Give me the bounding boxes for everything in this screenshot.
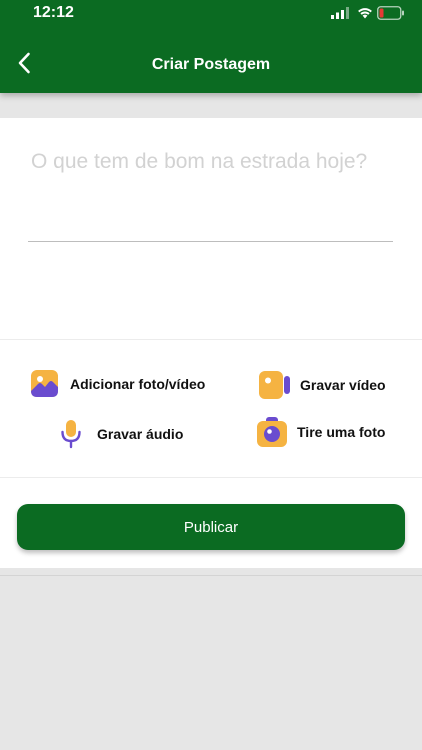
page-title: Criar Postagem <box>151 56 271 73</box>
add-photo-video-button[interactable]: Adicionar foto/vídeo <box>31 370 205 397</box>
camera-icon <box>257 417 287 447</box>
battery-icon <box>377 6 404 20</box>
publish-button[interactable]: Publicar <box>17 504 405 550</box>
section-divider <box>0 477 422 478</box>
record-audio-label: Gravar áudio <box>97 426 184 442</box>
take-photo-button[interactable]: Tire uma foto <box>257 417 385 447</box>
add-photo-video-label: Adicionar foto/vídeo <box>70 375 206 392</box>
record-video-button[interactable]: Gravar vídeo <box>259 371 386 399</box>
app-header: 12:12 Criar Postagem <box>0 0 422 93</box>
wifi-icon <box>358 8 372 19</box>
input-underline <box>28 241 393 242</box>
content-divider <box>0 575 422 576</box>
video-camera-icon <box>259 371 290 399</box>
nav-bar: Criar Postagem <box>0 35 422 93</box>
cellular-signal-icon <box>331 7 349 19</box>
status-time: 12:12 <box>33 4 74 21</box>
record-video-label: Gravar vídeo <box>300 377 386 393</box>
image-icon <box>31 370 58 397</box>
create-post-card: Adicionar foto/vídeo Gravar vídeo Gravar… <box>0 118 422 568</box>
post-text-input[interactable] <box>31 148 393 244</box>
section-divider <box>0 339 422 340</box>
microphone-icon <box>61 420 81 449</box>
record-audio-button[interactable]: Gravar áudio <box>60 419 183 449</box>
take-photo-label: Tire uma foto <box>297 424 386 440</box>
status-bar: 12:12 <box>0 0 422 28</box>
